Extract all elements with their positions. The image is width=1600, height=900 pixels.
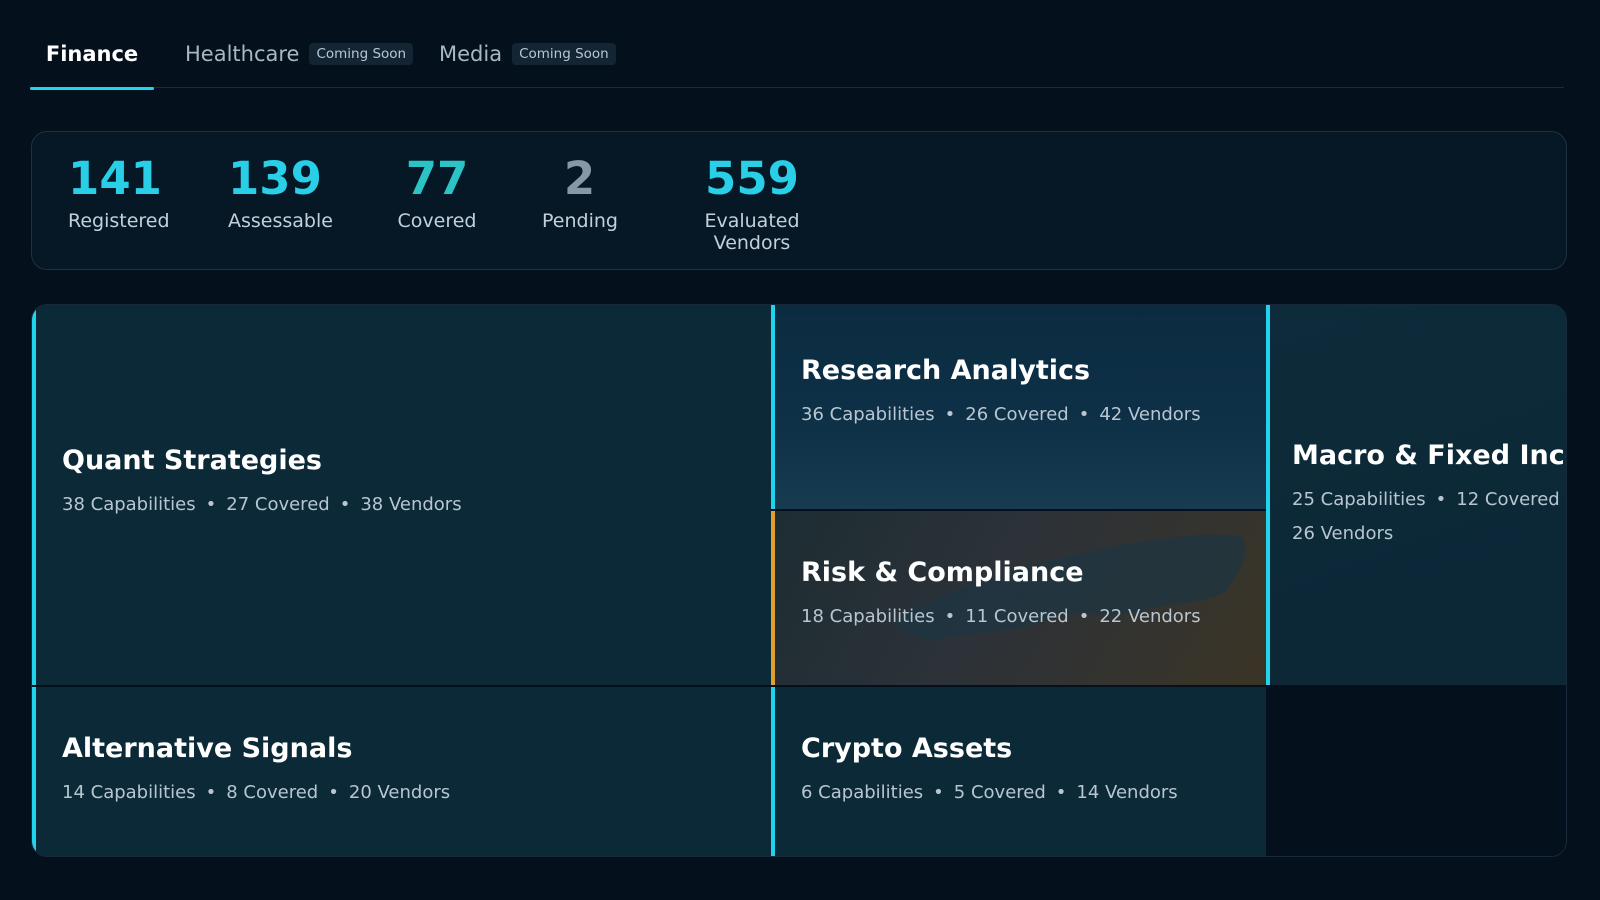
tile-macro-fixed-income[interactable]: Macro & Fixed Income 25 Capabilities • 12 …: [1266, 305, 1566, 685]
stats-panel: 141 Registered 139 Assessable 77 Covered…: [31, 131, 1567, 270]
treemap-empty-cell: [1266, 687, 1566, 856]
covered-count: 5 Covered: [953, 782, 1046, 803]
tile-meta: 18 Capabilities • 11 Covered • 22 Vendors: [801, 600, 1201, 634]
separator-dot: •: [1435, 489, 1447, 510]
capability-treemap: Quant Strategies 38 Capabilities • 27 Cove…: [31, 304, 1567, 857]
tile-content: Quant Strategies 38 Capabilities • 27 Cove…: [62, 445, 462, 522]
tile-title: Macro & Fixed Income: [1292, 440, 1566, 471]
tab-finance[interactable]: Finance: [30, 20, 154, 90]
capabilities-count: 36 Capabilities: [801, 404, 935, 425]
separator-dot: •: [205, 494, 217, 515]
tab-healthcare-label: Healthcare: [185, 42, 300, 66]
tile-meta: 14 Capabilities • 8 Covered • 20 Vendors: [62, 776, 450, 810]
stat-assessable-value: 139: [228, 152, 322, 205]
tab-finance-label: Finance: [45, 42, 139, 66]
covered-count: 26 Covered: [965, 404, 1069, 425]
separator-dot: •: [1078, 606, 1090, 627]
tile-content: Research Analytics 36 Capabilities • 26 Co…: [801, 355, 1201, 432]
tile-alternative-signals[interactable]: Alternative Signals 14 Capabilities • 8 Co…: [32, 687, 771, 856]
stat-registered-label: Registered: [68, 209, 170, 232]
tile-meta: 36 Capabilities • 26 Covered • 42 Vendors: [801, 398, 1201, 432]
covered-count: 11 Covered: [965, 606, 1069, 627]
stat-pending-label: Pending: [542, 209, 618, 232]
tab-healthcare[interactable]: Healthcare Coming Soon: [185, 20, 414, 88]
active-tab-indicator: [30, 87, 154, 90]
domain-tabs: Finance Healthcare Coming Soon Media Com…: [30, 20, 1564, 90]
tile-title: Risk & Compliance: [801, 557, 1084, 588]
page: Finance Healthcare Coming Soon Media Com…: [0, 0, 1600, 900]
separator-dot: •: [944, 606, 956, 627]
stat-pending-value: 2: [563, 152, 596, 205]
tile-title: Crypto Assets: [801, 733, 1013, 764]
separator-dot: •: [933, 782, 944, 803]
tile-content: Alternative Signals 14 Capabilities • 8 Co…: [62, 733, 450, 810]
vendors-count: 22 Vendors: [1099, 606, 1201, 627]
vendors-count: 26 Vendors: [1292, 523, 1394, 545]
tile-meta: 6 Capabilities • 5 Covered • 14 Vendors: [801, 776, 1178, 810]
capabilities-count: 25 Capabilities: [1292, 489, 1426, 510]
tile-meta: 38 Capabilities • 27 Covered • 38 Vendors: [62, 488, 462, 522]
coming-soon-badge: Coming Soon: [309, 43, 414, 65]
tile-title: Quant Strategies: [62, 445, 322, 476]
vendors-count: 38 Vendors: [360, 494, 462, 515]
tile-crypto-assets[interactable]: Crypto Assets 6 Capabilities • 5 Covered • 1…: [771, 687, 1266, 856]
capabilities-count: 14 Capabilities: [62, 782, 196, 803]
tile-quant-strategies[interactable]: Quant Strategies 38 Capabilities • 27 Cove…: [32, 305, 771, 685]
vendors-count: 42 Vendors: [1099, 404, 1201, 425]
stat-registered: 141 Registered: [68, 152, 170, 232]
tile-research-analytics[interactable]: Research Analytics 36 Capabilities • 26 Co…: [771, 305, 1266, 509]
stat-evaluated-vendors: 559 Evaluated Vendors: [667, 154, 837, 254]
stat-evaluated-vendors-label: Evaluated Vendors: [704, 209, 800, 254]
separator-dot: •: [1078, 404, 1090, 425]
vendors-count: 20 Vendors: [348, 782, 451, 803]
stat-pending: 2 Pending: [542, 152, 618, 232]
tab-media-label: Media: [439, 42, 503, 66]
covered-count: 12 Covered: [1456, 489, 1560, 510]
stat-assessable: 139 Assessable: [228, 152, 333, 232]
stat-assessable-label: Assessable: [228, 209, 333, 232]
separator-dot: •: [328, 782, 339, 803]
tile-title: Research Analytics: [801, 355, 1091, 386]
capabilities-count: 18 Capabilities: [801, 606, 935, 627]
tab-media[interactable]: Media Coming Soon: [439, 20, 616, 88]
coming-soon-badge: Coming Soon: [512, 43, 616, 65]
stat-covered-label: Covered: [397, 209, 477, 232]
separator-dot: •: [1055, 782, 1067, 803]
tile-title: Alternative Signals: [62, 733, 353, 764]
separator-dot: •: [339, 494, 351, 515]
separator-dot: •: [205, 782, 217, 803]
tile-meta: 25 Capabilities • 12 Covered 26 Vendors: [1292, 483, 1562, 551]
covered-count: 8 Covered: [226, 782, 319, 803]
stat-covered-value: 77: [405, 152, 469, 205]
capabilities-count: 6 Capabilities: [801, 782, 924, 803]
tile-content: Crypto Assets 6 Capabilities • 5 Covered • 1…: [801, 733, 1178, 810]
stat-evaluated-vendors-value: 559: [705, 152, 799, 205]
tile-content: Risk & Compliance 18 Capabilities • 11 Cov…: [801, 557, 1201, 634]
vendors-count: 14 Vendors: [1076, 782, 1178, 803]
covered-count: 27 Covered: [226, 494, 330, 515]
tile-content: Macro & Fixed Income 25 Capabilities • 12 …: [1292, 440, 1566, 551]
stat-covered: 77 Covered: [397, 154, 477, 232]
stat-registered-value: 141: [68, 152, 162, 205]
separator-dot: •: [944, 404, 956, 425]
meta-line: 25 Capabilities • 12 Covered: [1292, 489, 1560, 510]
capabilities-count: 38 Capabilities: [62, 494, 196, 515]
tile-risk-compliance[interactable]: Risk & Compliance 18 Capabilities • 11 Cov…: [771, 511, 1266, 685]
